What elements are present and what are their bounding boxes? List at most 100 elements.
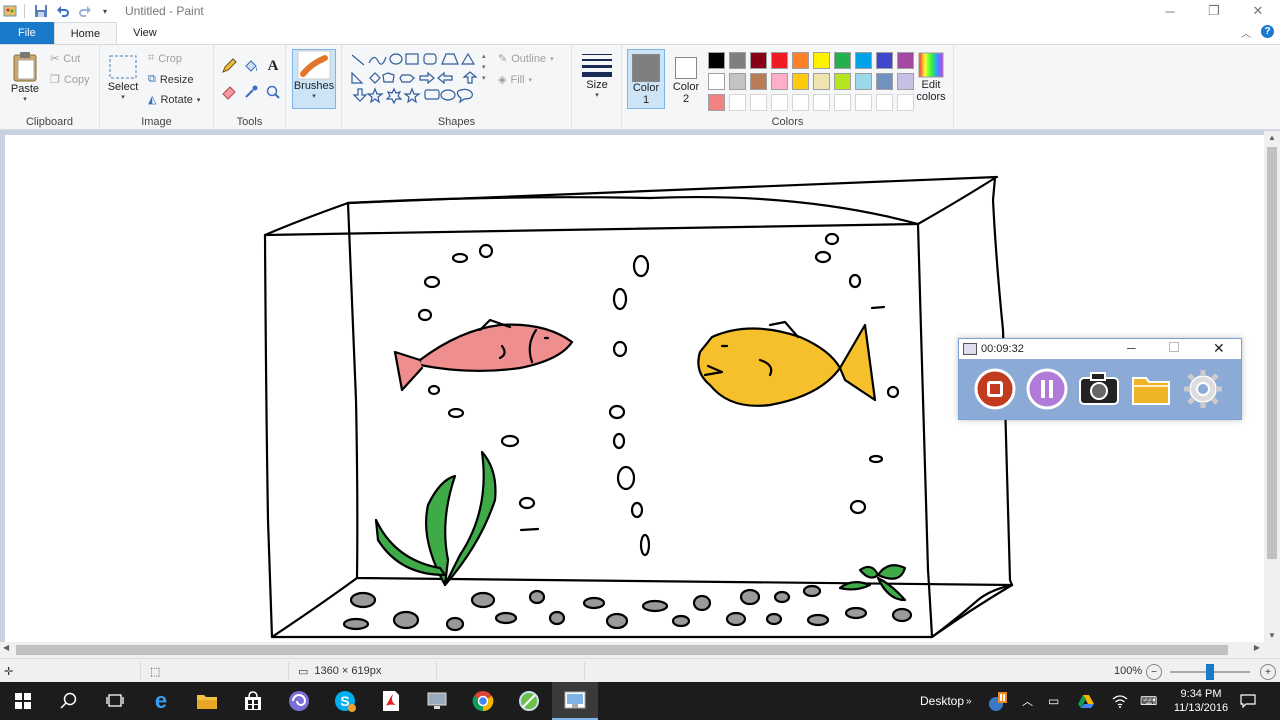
file-explorer-taskbar-button[interactable] xyxy=(184,682,230,720)
action-center-icon[interactable] xyxy=(1240,682,1256,720)
battery-tray-icon[interactable]: ▭ xyxy=(1048,682,1059,720)
paint-taskbar-button[interactable] xyxy=(552,682,598,720)
tab-file[interactable]: File xyxy=(0,22,54,44)
stop-record-button[interactable] xyxy=(973,367,1017,411)
palette-color-swatch[interactable] xyxy=(771,73,788,90)
network-app-taskbar-button[interactable] xyxy=(414,682,460,720)
eraser-icon[interactable] xyxy=(220,83,238,101)
clock[interactable]: 9:34 PM 11/13/2016 xyxy=(1172,682,1230,720)
color1-button[interactable]: Color 1 xyxy=(627,49,665,109)
palette-empty-swatch[interactable] xyxy=(750,94,767,111)
palette-color-swatch[interactable] xyxy=(708,73,725,90)
palette-color-swatch[interactable] xyxy=(813,73,830,90)
zoom-in-button[interactable]: + xyxy=(1260,664,1276,680)
pencil-icon[interactable] xyxy=(220,57,238,75)
customize-toolbar-icon[interactable]: ▾ xyxy=(97,3,113,19)
palette-color-swatch[interactable] xyxy=(855,52,872,69)
minimize-button[interactable]: ─ xyxy=(1148,0,1192,22)
palette-color-swatch[interactable] xyxy=(729,73,746,90)
palette-empty-swatch[interactable] xyxy=(834,94,851,111)
open-folder-button[interactable] xyxy=(1129,367,1173,411)
palette-color-swatch[interactable] xyxy=(876,52,893,69)
paste-button[interactable]: Paste ▾ xyxy=(8,51,42,103)
copy-button[interactable]: ❐ Copy xyxy=(50,73,90,87)
start-button[interactable] xyxy=(0,682,46,720)
brushes-button[interactable]: Brushes ▾ xyxy=(292,49,336,109)
scroll-left-icon[interactable]: ◀ xyxy=(3,643,9,652)
palette-color-swatch[interactable] xyxy=(729,52,746,69)
vertical-scroll-thumb[interactable] xyxy=(1267,147,1277,559)
horizontal-scroll-thumb[interactable] xyxy=(16,645,1228,655)
shapes-scroll-icon[interactable]: ▴ ▾ ▾ xyxy=(482,51,486,84)
google-drive-tray-icon[interactable] xyxy=(1078,682,1094,720)
media-app-taskbar-button[interactable] xyxy=(276,682,322,720)
fill-button[interactable]: ◈ Fill ▾ xyxy=(498,73,532,87)
paint-app-icon[interactable] xyxy=(2,3,18,19)
toolbar-expand-icon[interactable]: » xyxy=(966,682,972,720)
palette-color-swatch[interactable] xyxy=(750,52,767,69)
crop-button[interactable]: ⌗ Crop xyxy=(148,52,182,65)
resize-button[interactable]: ⧉ Resize xyxy=(148,73,193,86)
wifi-tray-icon[interactable] xyxy=(1112,682,1128,720)
palette-empty-swatch[interactable] xyxy=(855,94,872,111)
fill-bucket-icon[interactable] xyxy=(242,57,260,75)
search-button[interactable] xyxy=(46,682,92,720)
screenshot-button[interactable] xyxy=(1077,367,1121,411)
palette-color-swatch[interactable] xyxy=(834,73,851,90)
scroll-down-icon[interactable]: ▼ xyxy=(1264,631,1280,640)
chrome-taskbar-button[interactable] xyxy=(460,682,506,720)
recorder-tray-icon[interactable] xyxy=(986,682,1008,720)
task-view-button[interactable] xyxy=(92,682,138,720)
close-button[interactable]: ✕ xyxy=(1236,0,1280,22)
palette-color-swatch[interactable] xyxy=(834,52,851,69)
edge-taskbar-button[interactable]: e xyxy=(138,682,184,720)
shapes-gallery[interactable] xyxy=(348,51,488,109)
horizontal-scrollbar[interactable]: ◀ ▶ xyxy=(0,642,1264,658)
size-button[interactable]: Size ▾ xyxy=(580,51,614,99)
edit-colors-button[interactable]: Edit colors xyxy=(912,51,950,103)
acrobat-taskbar-button[interactable] xyxy=(368,682,414,720)
palette-empty-swatch[interactable] xyxy=(876,94,893,111)
vertical-scrollbar[interactable]: ▲ ▼ xyxy=(1264,131,1280,642)
pause-record-button[interactable] xyxy=(1025,367,1069,411)
zoom-out-button[interactable]: − xyxy=(1146,664,1162,680)
pinned-app-taskbar-button[interactable] xyxy=(506,682,552,720)
maximize-button[interactable]: ❐ xyxy=(1192,0,1236,22)
palette-color-swatch[interactable] xyxy=(708,94,725,111)
skype-taskbar-button[interactable]: S xyxy=(322,682,368,720)
palette-color-swatch[interactable] xyxy=(792,73,809,90)
store-taskbar-button[interactable] xyxy=(230,682,276,720)
magnifier-icon[interactable] xyxy=(264,83,282,101)
help-icon[interactable]: ? xyxy=(1261,25,1274,38)
keyboard-tray-icon[interactable]: ⌨ xyxy=(1140,682,1157,720)
undo-icon[interactable] xyxy=(55,3,71,19)
palette-color-swatch[interactable] xyxy=(771,52,788,69)
palette-empty-swatch[interactable] xyxy=(729,94,746,111)
text-icon[interactable]: A xyxy=(264,57,282,75)
recorder-settings-button[interactable] xyxy=(1181,367,1225,411)
save-icon[interactable] xyxy=(33,3,49,19)
recorder-maximize-button[interactable] xyxy=(1169,342,1179,352)
rotate-button[interactable]: ◭ Rotate ▾ xyxy=(148,93,200,107)
palette-color-swatch[interactable] xyxy=(750,73,767,90)
show-hidden-icons-icon[interactable]: ︿ xyxy=(1022,682,1033,720)
desktop-toolbar-label[interactable]: Desktop xyxy=(920,682,964,720)
color-picker-icon[interactable] xyxy=(242,83,260,101)
palette-color-swatch[interactable] xyxy=(792,52,809,69)
outline-button[interactable]: ✎ Outline ▾ xyxy=(498,52,554,66)
scroll-up-icon[interactable]: ▲ xyxy=(1264,133,1280,142)
recorder-close-button[interactable]: ✕ xyxy=(1213,340,1225,357)
palette-color-swatch[interactable] xyxy=(855,73,872,90)
palette-empty-swatch[interactable] xyxy=(813,94,830,111)
scroll-right-icon[interactable]: ▶ xyxy=(1254,643,1260,652)
zoom-slider-thumb[interactable] xyxy=(1206,664,1214,680)
palette-color-swatch[interactable] xyxy=(813,52,830,69)
palette-color-swatch[interactable] xyxy=(708,52,725,69)
collapse-ribbon-icon[interactable]: ︿ xyxy=(1241,25,1251,40)
palette-color-swatch[interactable] xyxy=(876,73,893,90)
palette-empty-swatch[interactable] xyxy=(792,94,809,111)
recorder-minimize-button[interactable]: ─ xyxy=(1127,341,1136,355)
tab-view[interactable]: View xyxy=(117,22,173,44)
select-button[interactable]: Select ▾ xyxy=(108,53,138,101)
color2-button[interactable]: Color 2 xyxy=(668,49,704,109)
